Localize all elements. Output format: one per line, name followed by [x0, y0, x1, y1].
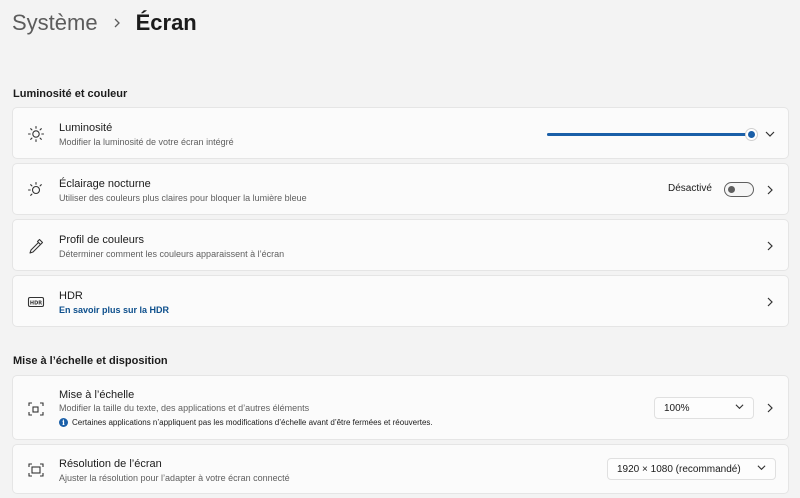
resolution-description: Ajuster la résolution pour l’adapter à v… [59, 473, 290, 483]
brightness-description: Modifier la luminosité de votre écran in… [59, 137, 234, 147]
scale-dropdown-value: 100% [664, 402, 690, 414]
night-light-icon [27, 181, 45, 199]
night-light-toggle[interactable] [724, 182, 754, 197]
brightness-card[interactable]: Luminosité Modifier la luminosité de vot… [12, 107, 789, 159]
breadcrumb-parent[interactable]: Système [12, 10, 98, 36]
scale-title: Mise à l’échelle [59, 389, 135, 401]
hdr-learn-more-link[interactable]: En savoir plus sur la HDR [59, 305, 169, 315]
brightness-slider[interactable] [547, 127, 758, 141]
night-light-title: Éclairage nocturne [59, 178, 151, 190]
color-profile-description: Déterminer comment les couleurs apparais… [59, 249, 285, 259]
chevron-right-icon[interactable] [764, 184, 776, 196]
scale-card[interactable]: Mise à l’échelle Modifier la taille du t… [12, 375, 789, 440]
scale-icon [27, 400, 45, 418]
resolution-card[interactable]: Résolution de l’écran Ajuster la résolut… [12, 444, 789, 494]
sun-icon [27, 125, 45, 143]
info-icon: i [59, 418, 68, 427]
resolution-title: Résolution de l’écran [59, 458, 162, 470]
scale-note: i Certaines applications n’appliquent pa… [59, 418, 433, 427]
brightness-title: Luminosité [59, 122, 113, 134]
night-light-card[interactable]: Éclairage nocturne Utiliser des couleurs… [12, 163, 789, 215]
slider-thumb[interactable] [745, 127, 758, 141]
svg-text:HDR: HDR [30, 300, 42, 306]
chevron-down-icon [757, 463, 766, 475]
section-title-scale-layout: Mise à l’échelle et disposition [13, 355, 168, 367]
chevron-right-icon[interactable] [764, 240, 776, 252]
slider-fill [547, 132, 751, 136]
chevron-right-icon[interactable] [764, 402, 776, 414]
chevron-right-icon [112, 18, 122, 28]
section-title-brightness-color: Luminosité et couleur [13, 88, 128, 100]
hdr-title: HDR [59, 290, 83, 302]
chevron-down-icon[interactable] [764, 128, 776, 140]
eyedropper-icon [27, 237, 45, 255]
night-light-status: Désactivé [668, 183, 712, 194]
hdr-icon: HDR [27, 293, 45, 311]
color-profile-card[interactable]: Profil de couleurs Déterminer comment le… [12, 219, 789, 271]
scale-note-text: Certaines applications n’appliquent pas … [72, 418, 433, 427]
hdr-card[interactable]: HDR HDR En savoir plus sur la HDR [12, 275, 789, 327]
chevron-down-icon [735, 402, 744, 414]
resolution-icon [27, 461, 45, 479]
scale-description: Modifier la taille du texte, des applica… [59, 403, 310, 413]
chevron-right-icon[interactable] [764, 296, 776, 308]
resolution-dropdown[interactable]: 1920 × 1080 (recommandé) [607, 458, 776, 480]
breadcrumb: Système Écran [12, 6, 197, 40]
color-profile-title: Profil de couleurs [59, 234, 144, 246]
slider-track[interactable] [547, 127, 758, 141]
resolution-dropdown-value: 1920 × 1080 (recommandé) [617, 463, 741, 475]
night-light-description: Utiliser des couleurs plus claires pour … [59, 193, 307, 203]
scale-dropdown[interactable]: 100% [654, 397, 754, 419]
page-title: Écran [135, 10, 197, 35]
